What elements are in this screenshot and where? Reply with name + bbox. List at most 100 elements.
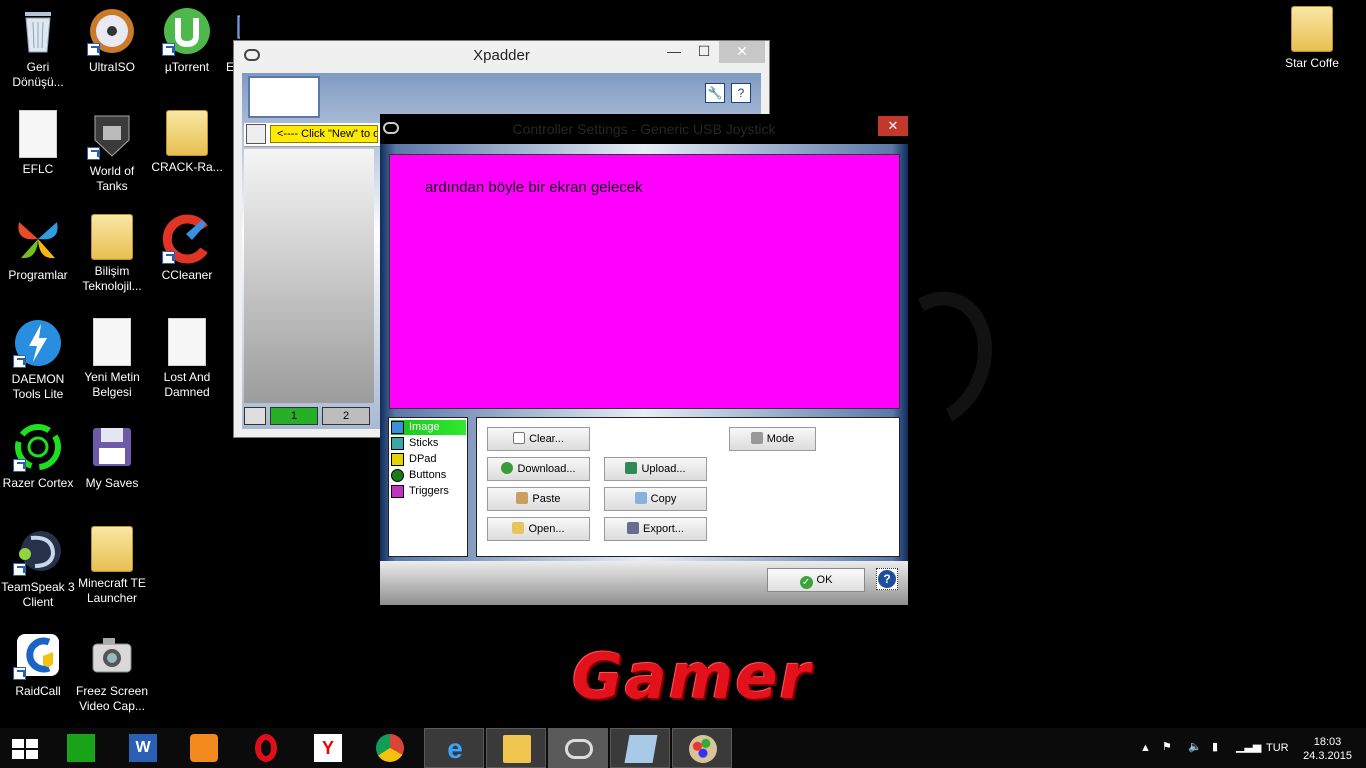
word-icon: W (129, 734, 157, 762)
show-hidden-icons[interactable]: ▲ (1140, 742, 1151, 768)
category-buttons[interactable]: Buttons (391, 468, 466, 483)
controller-tab[interactable] (248, 76, 320, 118)
taskbar: W Y e ▲ ⚑ 🔈 ▮ ▁▃▅ TUR 18:03 24.3.2015 (0, 728, 1366, 768)
folder-icon (91, 526, 133, 572)
document-icon (93, 318, 131, 366)
desktop-icon-ultraiso[interactable]: UltraISO (75, 6, 149, 75)
desktop-icon-ccleaner[interactable]: CCleaner (150, 214, 224, 283)
desktop-icon-world-of-tanks[interactable]: World of Tanks (75, 110, 149, 194)
category-image[interactable]: Image (391, 420, 466, 435)
taskbar-chrome[interactable] (360, 728, 420, 768)
folder-icon (91, 214, 133, 260)
action-center-flag-icon[interactable]: ⚑ (1162, 740, 1172, 768)
folder-icon (1291, 6, 1333, 52)
desktop-icon-bilisim[interactable]: Bilişim Teknolojil... (75, 214, 149, 294)
volume-icon[interactable]: 🔈 (1188, 740, 1202, 768)
desktop-icon-label: Razer Cortex (2, 476, 74, 490)
export-button[interactable]: Export... (604, 517, 707, 541)
new-profile-hint[interactable]: <---- Click "New" to cr (270, 125, 378, 143)
paste-button[interactable]: Paste (487, 487, 590, 511)
desktop-icon-teamspeak[interactable]: TeamSpeak 3 Client (1, 526, 75, 610)
desktop-icon-label: EFLC (22, 162, 54, 176)
close-button[interactable]: ✕ (878, 116, 908, 136)
desktop-icon-yeni-metin[interactable]: Yeni Metin Belgesi (75, 318, 149, 400)
taskbar-media-player[interactable] (174, 728, 234, 768)
wallpaper-gamer-logo: Gamer (572, 640, 812, 713)
help-icon[interactable]: ? (731, 83, 751, 103)
windows-start-icon[interactable] (12, 739, 38, 759)
desktop-icon-label: UltraISO (88, 60, 135, 74)
document-icon (19, 110, 57, 158)
taskbar-yandex[interactable]: Y (298, 728, 358, 768)
upload-button[interactable]: Upload... (604, 457, 707, 481)
close-button[interactable]: ✕ (719, 41, 765, 63)
category-dpad[interactable]: DPad (391, 452, 466, 467)
controller-image-canvas[interactable]: ardından böyle bir ekran gelecek (389, 154, 900, 409)
dialog-footer: ✓ OK ? (380, 561, 908, 605)
desktop-icon-daemon-tools[interactable]: DAEMON Tools Lite (1, 318, 75, 402)
open-button[interactable]: Open... (487, 517, 590, 541)
chrome-icon (376, 734, 404, 762)
profile-list[interactable] (244, 149, 374, 403)
file-explorer-icon (503, 735, 531, 763)
desktop-icon-label: Geri Dönüşü... (12, 60, 64, 89)
dialog-title-bar[interactable]: Controller Settings - Generic USB Joysti… (380, 114, 908, 144)
desktop-icon-label: CCleaner (161, 268, 213, 282)
desktop-icon-razer-cortex[interactable]: Razer Cortex (1, 422, 75, 491)
network-signal-icon[interactable]: ▁▃▅ (1236, 740, 1261, 768)
help-button[interactable]: ? (876, 568, 898, 590)
desktop-icon-label: CRACK-Ra... (151, 160, 223, 174)
download-button[interactable]: Download... (487, 457, 590, 481)
page-icon (513, 432, 526, 444)
category-sticks[interactable]: Sticks (391, 436, 466, 451)
msn-butterfly-icon (13, 214, 63, 264)
taskbar-internet-explorer[interactable]: e (424, 728, 484, 768)
clock[interactable]: 18:03 24.3.2015 (1303, 735, 1352, 763)
taskbar-file-explorer[interactable] (486, 728, 546, 768)
mode-button[interactable]: Mode (729, 427, 816, 451)
desktop-icon-recycle-bin[interactable]: Geri Dönüşü... (1, 6, 75, 90)
taskbar-notepad[interactable] (610, 728, 670, 768)
folder-icon (166, 110, 208, 156)
minimize-button[interactable]: — (659, 41, 689, 63)
opera-icon (255, 734, 277, 762)
xpadder-title-bar[interactable]: Xpadder — ☐ ✕ (234, 41, 769, 71)
taskbar-xpadder[interactable] (548, 728, 608, 768)
desktop-icon-lost-and-damned[interactable]: Lost And Damned (150, 318, 224, 400)
copy-icon (634, 492, 647, 504)
language-indicator[interactable]: TUR (1266, 742, 1289, 768)
taskbar-word[interactable]: W (113, 728, 173, 768)
desktop-icon-utorrent[interactable]: µTorrent (150, 6, 224, 75)
category-triggers[interactable]: Triggers (391, 484, 466, 499)
desktop-icon-programlar[interactable]: Programlar (1, 214, 75, 283)
battery-icon[interactable]: ▮ (1212, 740, 1218, 768)
desktop-icon-my-saves[interactable]: My Saves (75, 422, 149, 491)
copy-button[interactable]: Copy (604, 487, 707, 511)
taskbar-store[interactable] (51, 728, 111, 768)
grid-icon[interactable] (244, 407, 266, 425)
desktop-icon-freez-screen[interactable]: Freez Screen Video Cap... (75, 630, 149, 714)
taskbar-opera[interactable] (236, 728, 296, 768)
trigger-icon (391, 485, 404, 498)
taskbar-paint[interactable] (672, 728, 732, 768)
ok-button[interactable]: ✓ OK (767, 568, 865, 592)
desktop-icon-crack[interactable]: CRACK-Ra... (150, 110, 224, 175)
camera-icon (87, 630, 137, 680)
desktop-icon-raidcall[interactable]: RaidCall (1, 630, 75, 699)
set-page-1[interactable]: 1 (270, 407, 318, 425)
raidcall-icon (13, 630, 63, 680)
desktop-icon-eflc[interactable]: EFLC (1, 110, 75, 177)
desktop-icon-label: World of Tanks (89, 164, 135, 193)
desktop-icon-star-coffe[interactable]: Star Coffe (1275, 6, 1349, 71)
wrench-icon[interactable]: 🔧 (705, 83, 725, 103)
utorrent-icon (162, 6, 212, 56)
gamepad-icon[interactable] (246, 124, 266, 144)
clear-button[interactable]: Clear... (487, 427, 590, 451)
set-page-2[interactable]: 2 (322, 407, 370, 425)
yandex-icon: Y (314, 734, 342, 762)
maximize-button[interactable]: ☐ (689, 41, 719, 63)
desktop-icon-minecraft[interactable]: Minecraft TE Launcher (75, 526, 149, 606)
tank-icon (87, 110, 137, 160)
upload-icon (625, 462, 638, 474)
shortcut-arrow-icon (13, 459, 26, 472)
